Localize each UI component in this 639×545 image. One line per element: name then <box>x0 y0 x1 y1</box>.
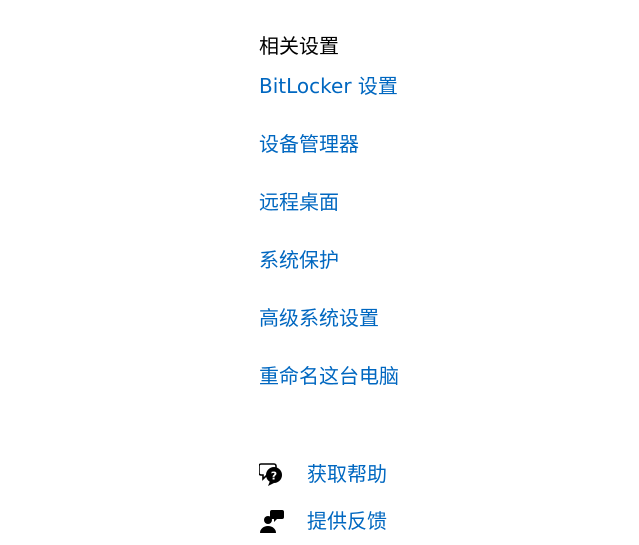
feedback-icon <box>259 508 285 534</box>
get-help-row[interactable]: ? 获取帮助 <box>259 460 387 488</box>
feedback-link[interactable]: 提供反馈 <box>307 508 387 534</box>
rename-pc-link[interactable]: 重命名这台电脑 <box>259 363 399 389</box>
bitlocker-settings-link[interactable]: BitLocker 设置 <box>259 73 398 99</box>
feedback-row[interactable]: 提供反馈 <box>259 507 387 535</box>
system-protection-link[interactable]: 系统保护 <box>259 247 339 273</box>
remote-desktop-link[interactable]: 远程桌面 <box>259 189 339 215</box>
svg-text:?: ? <box>271 470 277 483</box>
get-help-link[interactable]: 获取帮助 <box>307 461 387 487</box>
related-settings-title: 相关设置 <box>259 34 339 58</box>
get-help-icon: ? <box>259 461 285 487</box>
device-manager-link[interactable]: 设备管理器 <box>259 131 359 157</box>
advanced-system-settings-link[interactable]: 高级系统设置 <box>259 305 379 331</box>
